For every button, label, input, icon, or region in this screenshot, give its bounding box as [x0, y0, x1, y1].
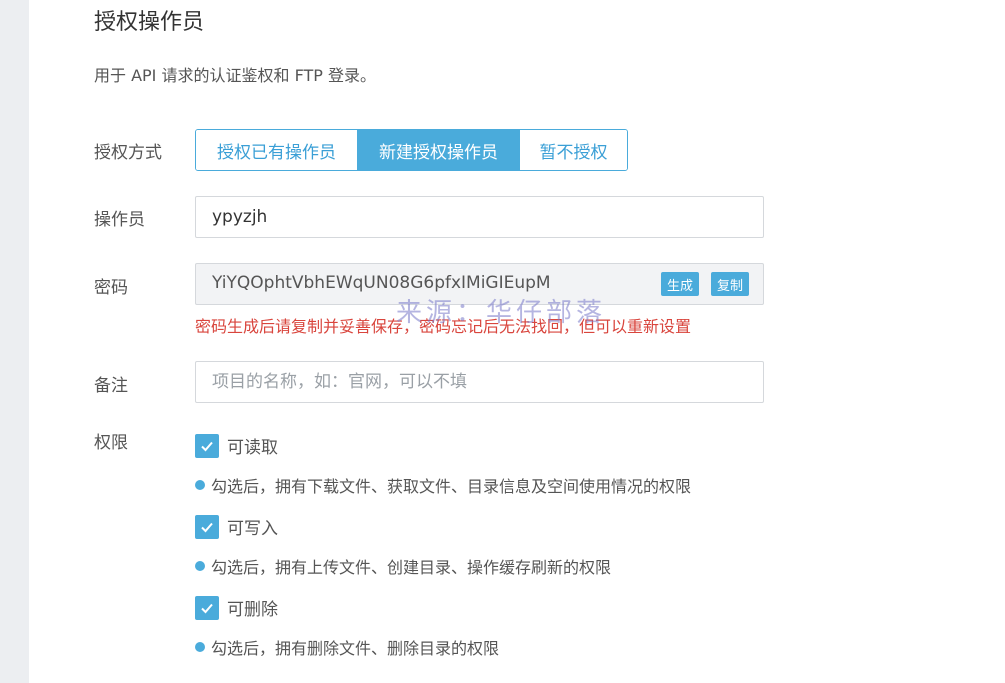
- permission-write-label: 可写入: [227, 519, 278, 539]
- operator-input[interactable]: [195, 196, 764, 238]
- bullet-dot-icon: [195, 642, 205, 652]
- auth-mode-none-option[interactable]: 暂不授权: [519, 130, 627, 170]
- permission-write-desc: 勾选后，拥有上传文件、创建目录、操作缓存刷新的权限: [195, 554, 611, 578]
- password-label: 密码: [94, 278, 128, 298]
- generate-password-button[interactable]: 生成: [661, 272, 700, 296]
- permission-read-label: 可读取: [227, 438, 278, 458]
- watermark-text: 来源：华仔部落: [396, 298, 607, 328]
- permission-read-row[interactable]: 可读取: [195, 433, 278, 458]
- auth-mode-existing-option[interactable]: 授权已有操作员: [196, 130, 357, 170]
- checkmark-icon: [201, 522, 213, 532]
- note-label: 备注: [94, 376, 128, 396]
- note-input[interactable]: [195, 361, 764, 403]
- checkmark-icon: [201, 603, 213, 613]
- permission-write-row[interactable]: 可写入: [195, 514, 278, 539]
- permission-read-desc: 勾选后，拥有下载文件、获取文件、目录信息及空间使用情况的权限: [195, 473, 691, 497]
- auth-mode-segmented-control: 授权已有操作员 新建授权操作员 暂不授权: [195, 129, 628, 171]
- permission-read-desc-text: 勾选后，拥有下载文件、获取文件、目录信息及空间使用情况的权限: [211, 477, 692, 496]
- permission-write-desc-text: 勾选后，拥有上传文件、创建目录、操作缓存刷新的权限: [211, 558, 612, 577]
- auth-mode-new-option[interactable]: 新建授权操作员: [357, 130, 519, 170]
- bullet-dot-icon: [195, 561, 205, 571]
- checkmark-icon: [201, 441, 213, 451]
- permission-delete-desc-text: 勾选后，拥有删除文件、删除目录的权限: [211, 639, 500, 658]
- bullet-dot-icon: [195, 480, 205, 490]
- permission-write-checkbox[interactable]: [195, 514, 219, 539]
- permission-delete-desc: 勾选后，拥有删除文件、删除目录的权限: [195, 635, 499, 659]
- page-title: 授权操作员: [94, 10, 205, 35]
- permission-delete-checkbox[interactable]: [195, 595, 219, 620]
- operator-label: 操作员: [94, 210, 145, 230]
- content-panel: [29, 0, 1005, 683]
- permission-delete-row[interactable]: 可删除: [195, 595, 278, 620]
- page-subtitle: 用于 API 请求的认证鉴权和 FTP 登录。: [94, 66, 377, 85]
- copy-password-button[interactable]: 复制: [711, 272, 750, 296]
- permissions-label: 权限: [94, 433, 128, 453]
- permission-delete-label: 可删除: [227, 600, 278, 620]
- auth-mode-label: 授权方式: [94, 143, 162, 163]
- permission-read-checkbox[interactable]: [195, 433, 219, 458]
